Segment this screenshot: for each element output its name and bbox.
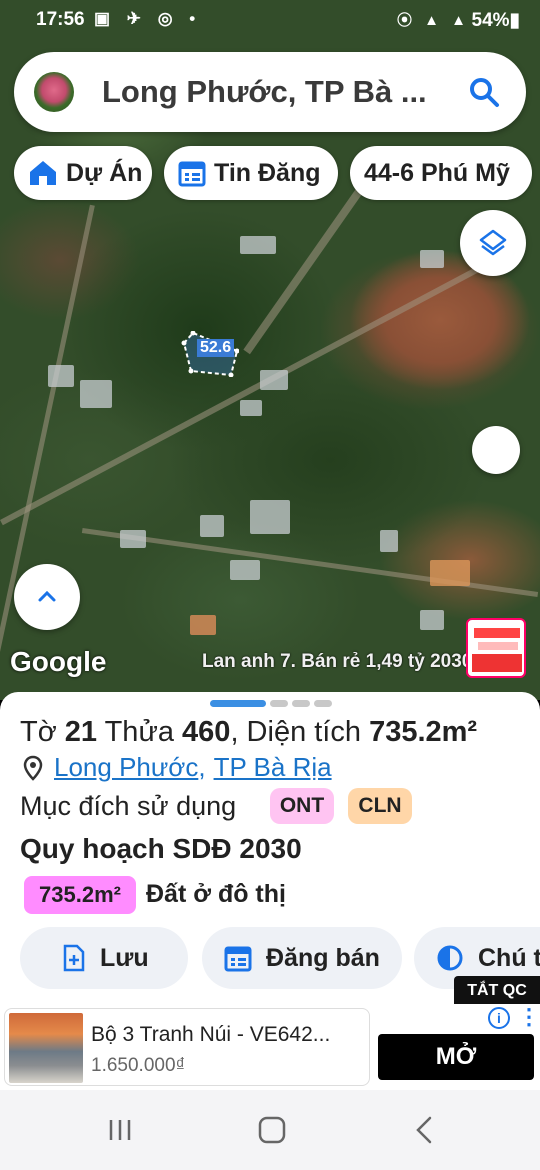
chevron-up-icon: [38, 590, 56, 602]
address-line: Long Phước, TP Bà Rịa: [22, 752, 332, 783]
contrast-icon: [437, 945, 463, 971]
chip-label: Dự Án: [66, 158, 143, 187]
purpose-badge-cln[interactable]: CLN: [348, 788, 412, 824]
chip-location[interactable]: 44-6 Phú Mỹ: [350, 146, 532, 200]
home-icon: [30, 161, 56, 185]
system-nav-bar: [0, 1090, 540, 1170]
search-bar[interactable]: Long Phước, TP Bà ...: [14, 52, 526, 132]
chip-label: 44-6 Phú Mỹ: [364, 158, 510, 187]
battery-indicator: 54%▮: [471, 10, 520, 31]
save-button[interactable]: Lưu: [20, 927, 188, 989]
avatar[interactable]: [34, 72, 74, 112]
expand-up-button[interactable]: [14, 564, 80, 630]
signal-icons: ⦿ ▲ ▲: [396, 12, 470, 29]
ad-product-card[interactable]: Bộ 3 Tranh Núi - VE642... 1.650.000₫: [4, 1008, 370, 1086]
recent-apps-button[interactable]: [100, 1112, 140, 1148]
ward-link[interactable]: Long Phước: [54, 752, 198, 783]
calendar-icon: [224, 946, 252, 972]
plan-area-badge: 735.2m²: [24, 876, 136, 914]
ad-product-price: 1.650.000₫: [91, 1055, 186, 1076]
google-logo: Google: [10, 646, 107, 677]
chip-label: Tin Đăng: [214, 158, 321, 187]
home-button[interactable]: [252, 1112, 292, 1148]
map-control-button[interactable]: [472, 426, 520, 474]
close-ad-button[interactable]: TẮT QC: [454, 976, 540, 1006]
home-square-icon: [258, 1116, 286, 1144]
ad-product-title: Bộ 3 Tranh Núi - VE642...: [91, 1023, 331, 1046]
chip-du-an[interactable]: Dự Án: [14, 146, 152, 200]
purpose-badge-ont[interactable]: ONT: [270, 788, 334, 824]
layers-button[interactable]: [460, 210, 526, 276]
sheet-page-indicator[interactable]: [210, 700, 332, 707]
ad-open-button[interactable]: MỞ: [378, 1034, 534, 1080]
notification-icons: ▣ ✈ ◎ •: [94, 9, 202, 28]
parcel-dimension-label: 52.6: [197, 339, 235, 357]
clock: 17:56: [36, 9, 85, 30]
plan-type-label: Đất ở đô thị: [146, 880, 286, 908]
location-title[interactable]: Long Phước, TP Bà ...: [102, 74, 427, 110]
calendar-icon: [178, 161, 206, 187]
purpose-label: Mục đích sử dụng: [20, 791, 237, 821]
status-bar: 17:56 ▣ ✈ ◎ • ⦿ ▲ ▲ 54%▮: [0, 0, 540, 40]
back-chevron-icon: [416, 1116, 432, 1144]
layers-icon: [479, 229, 507, 256]
ad-product-image: [9, 1013, 83, 1083]
location-pin-icon: [23, 755, 43, 781]
recent-apps-icon: [109, 1120, 131, 1140]
post-for-sale-button[interactable]: Đăng bán: [202, 927, 402, 989]
back-button[interactable]: [404, 1112, 444, 1148]
plan-title: Quy hoạch SDĐ 2030: [20, 833, 302, 864]
ad-more-icon[interactable]: ⋮: [518, 1004, 540, 1030]
search-icon[interactable]: [468, 76, 500, 108]
parcel-summary: Tờ 21 Thửa 460, Diện tích 735.2m²: [20, 716, 478, 748]
save-plus-icon: [63, 944, 85, 972]
listing-thumbnail[interactable]: [466, 618, 526, 678]
chip-tin-dang[interactable]: Tin Đăng: [164, 146, 338, 200]
map-listing-label[interactable]: Lan anh 7. Bán rẻ 1,49 tỷ 2030: [202, 651, 472, 673]
ad-info-icon[interactable]: i: [488, 1007, 510, 1029]
city-link[interactable]: TP Bà Rịa: [214, 752, 332, 783]
